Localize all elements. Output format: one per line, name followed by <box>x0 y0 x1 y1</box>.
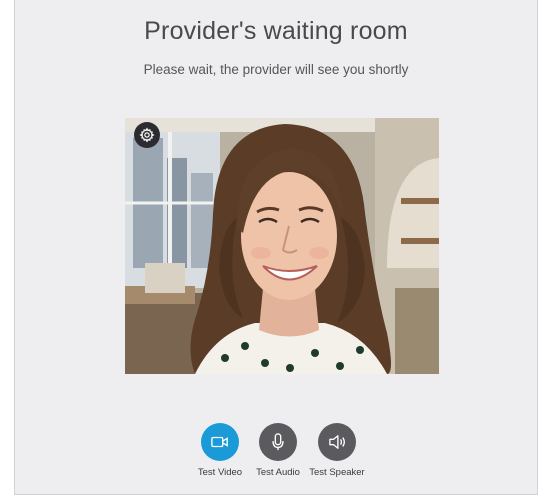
waiting-room-panel: Provider's waiting room Please wait, the… <box>14 0 538 495</box>
test-speaker-button[interactable]: Test Speaker <box>302 423 372 478</box>
page-title: Provider's waiting room <box>144 17 408 45</box>
video-camera-icon <box>211 436 228 448</box>
test-speaker-label: Test Speaker <box>309 467 365 478</box>
gear-icon <box>139 127 155 143</box>
test-video-circle[interactable] <box>201 423 239 461</box>
page-subtitle: Please wait, the provider will see you s… <box>143 62 409 77</box>
self-view-video <box>125 118 439 374</box>
speaker-icon <box>329 435 345 449</box>
video-feed-image <box>125 118 439 374</box>
device-test-controls: Test Video Test Audio Test Speaker <box>15 423 537 483</box>
test-audio-circle[interactable] <box>259 423 297 461</box>
test-speaker-circle[interactable] <box>318 423 356 461</box>
microphone-icon <box>272 433 284 451</box>
video-settings-button[interactable] <box>134 122 160 148</box>
